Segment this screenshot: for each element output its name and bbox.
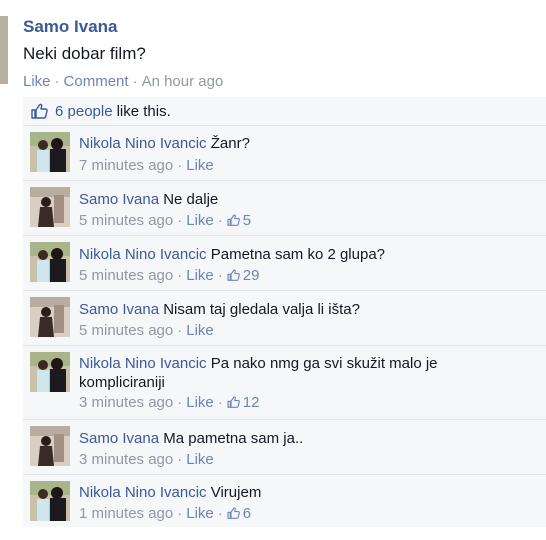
separator-dot: · <box>177 322 183 339</box>
thumbs-up-icon <box>227 269 240 281</box>
thumbs-up-icon <box>227 507 240 519</box>
comment-text: Žanr? <box>210 135 250 152</box>
thumbs-up-icon <box>31 103 48 119</box>
thumbs-up-icon <box>227 396 240 408</box>
comment-item: Nikola Nino Ivancic Pa nako nmg ga svi s… <box>23 346 546 420</box>
comment-body: Nikola Nino Ivancic Virujem <box>79 483 519 502</box>
separator-dot: · <box>177 212 183 229</box>
comment-like-count[interactable]: 12 <box>227 394 260 411</box>
comment-like-count[interactable]: 29 <box>227 267 260 284</box>
post-text: Neki dobar film? <box>23 44 146 63</box>
comment-item: Nikola Nino Ivancic Žanr? 7 minutes ago · L… <box>23 126 546 181</box>
comment-meta: 7 minutes ago · Like <box>79 157 214 174</box>
comment-author[interactable]: Samo Ivana <box>79 301 159 318</box>
separator-dot: · <box>54 73 60 90</box>
comment-body: Samo Ivana Nisam taj gledala valja li iš… <box>79 300 519 319</box>
comment-author[interactable]: Samo Ivana <box>79 191 159 208</box>
comment-body: Samo Ivana Ma pametna sam ja.. <box>79 429 519 448</box>
commenter-avatar[interactable] <box>30 132 70 172</box>
comment-like-link[interactable]: Like <box>186 157 214 174</box>
comment-text: Nisam taj gledala valja li išta? <box>163 301 360 318</box>
comment-like-number: 29 <box>242 267 260 284</box>
comment-item: Samo Ivana Nisam taj gledala valja li iš… <box>23 291 546 346</box>
comment-body: Samo Ivana Ne dalje <box>79 190 519 209</box>
comment-timestamp[interactable]: 5 minutes ago <box>79 322 173 339</box>
separator-dot: · <box>217 505 223 522</box>
comment-meta: 3 minutes ago · Like <box>79 451 214 468</box>
thumbs-up-icon <box>227 214 240 226</box>
post-comment-link[interactable]: Comment <box>64 73 129 90</box>
separator-dot: · <box>177 157 183 174</box>
separator-dot: · <box>217 394 223 411</box>
comment-meta: 3 minutes ago · Like · 12 <box>79 394 259 411</box>
comment-meta: 5 minutes ago · Like <box>79 322 214 339</box>
comment-timestamp[interactable]: 1 minutes ago <box>79 505 173 522</box>
separator-dot: · <box>217 267 223 284</box>
comment-like-link[interactable]: Like <box>186 322 214 339</box>
separator-dot: · <box>177 394 183 411</box>
separator-dot: · <box>132 73 138 90</box>
comment-text: Virujem <box>210 484 262 501</box>
comment-like-number: 5 <box>242 212 252 229</box>
likes-summary: 6 people like this. <box>23 97 546 126</box>
commenter-avatar[interactable] <box>30 242 70 282</box>
comment-like-number: 12 <box>242 394 260 411</box>
comment-meta: 5 minutes ago · Like · 5 <box>79 212 251 229</box>
comment-timestamp[interactable]: 7 minutes ago <box>79 157 173 174</box>
separator-dot: · <box>217 212 223 229</box>
comment-author[interactable]: Nikola Nino Ivancic <box>79 355 207 372</box>
commenter-avatar[interactable] <box>30 481 70 521</box>
comment-like-link[interactable]: Like <box>186 394 214 411</box>
comment-author[interactable]: Samo Ivana <box>79 430 159 447</box>
comment-meta: 1 minutes ago · Like · 6 <box>79 505 251 522</box>
separator-dot: · <box>177 267 183 284</box>
comment-timestamp[interactable]: 5 minutes ago <box>79 212 173 229</box>
comment-text: Ma pametna sam ja.. <box>163 430 304 447</box>
comment-body: Nikola Nino Ivancic Pa nako nmg ga svi s… <box>79 354 519 392</box>
comment-meta: 5 minutes ago · Like · 29 <box>79 267 259 284</box>
separator-dot: · <box>177 505 183 522</box>
comment-body: Nikola Nino Ivancic Žanr? <box>79 134 519 153</box>
comment-like-link[interactable]: Like <box>186 505 214 522</box>
comment-author[interactable]: Nikola Nino Ivancic <box>79 135 207 152</box>
post-author[interactable]: Samo Ivana <box>23 17 118 37</box>
comment-body: Nikola Nino Ivancic Pametna sam ko 2 glu… <box>79 245 519 264</box>
comment-text: Pametna sam ko 2 glupa? <box>210 246 386 263</box>
comments-section: 6 people like this. Nikola Nino Ivancic … <box>23 97 546 527</box>
post-timestamp[interactable]: An hour ago <box>142 73 224 90</box>
comment-like-link[interactable]: Like <box>186 267 214 284</box>
separator-dot: · <box>177 451 183 468</box>
comment-like-link[interactable]: Like <box>186 451 214 468</box>
comment-like-number: 6 <box>242 505 252 522</box>
comment-item: Nikola Nino Ivancic Virujem 1 minutes ago… <box>23 475 546 526</box>
comment-like-count[interactable]: 6 <box>227 505 251 522</box>
likes-count-link[interactable]: 6 people <box>55 103 113 120</box>
post-meta: Like · Comment · An hour ago <box>23 73 223 90</box>
comment-like-count[interactable]: 5 <box>227 212 251 229</box>
likes-suffix: like this. <box>116 102 171 120</box>
comment-timestamp[interactable]: 3 minutes ago <box>79 451 173 468</box>
comment-text: Ne dalje <box>163 191 219 208</box>
commenter-avatar[interactable] <box>30 352 70 392</box>
comment-item: Samo Ivana Ma pametna sam ja.. 3 minutes … <box>23 420 546 475</box>
comment-author[interactable]: Nikola Nino Ivancic <box>79 484 207 501</box>
post-thumbnail <box>0 16 8 84</box>
comment-item: Samo Ivana Ne dalje 5 minutes ago · Like · 5 <box>23 181 546 236</box>
comment-item: Nikola Nino Ivancic Pametna sam ko 2 glu… <box>23 236 546 291</box>
comment-timestamp[interactable]: 3 minutes ago <box>79 394 173 411</box>
comment-author[interactable]: Nikola Nino Ivancic <box>79 246 207 263</box>
commenter-avatar[interactable] <box>30 187 70 227</box>
commenter-avatar[interactable] <box>30 426 70 466</box>
post-like-link[interactable]: Like <box>23 73 51 90</box>
commenter-avatar[interactable] <box>30 297 70 337</box>
comment-timestamp[interactable]: 5 minutes ago <box>79 267 173 284</box>
comment-like-link[interactable]: Like <box>186 212 214 229</box>
